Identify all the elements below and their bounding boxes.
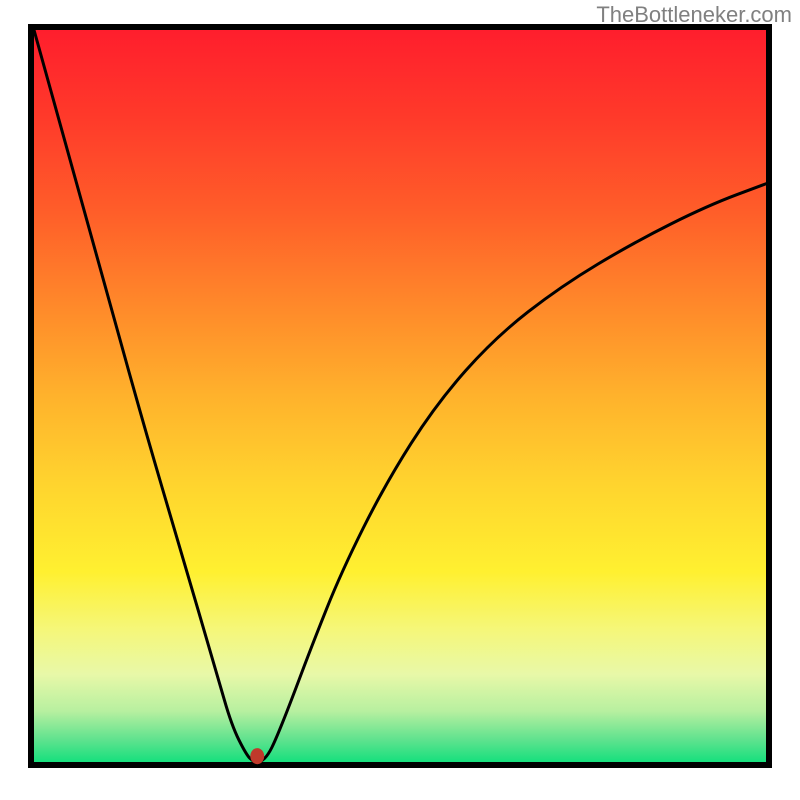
plot-background — [34, 30, 766, 762]
bottleneck-chart — [0, 0, 800, 800]
chart-container: TheBottleneker.com — [0, 0, 800, 800]
attribution-text: TheBottleneker.com — [596, 2, 792, 28]
optimal-point-marker — [250, 748, 264, 764]
